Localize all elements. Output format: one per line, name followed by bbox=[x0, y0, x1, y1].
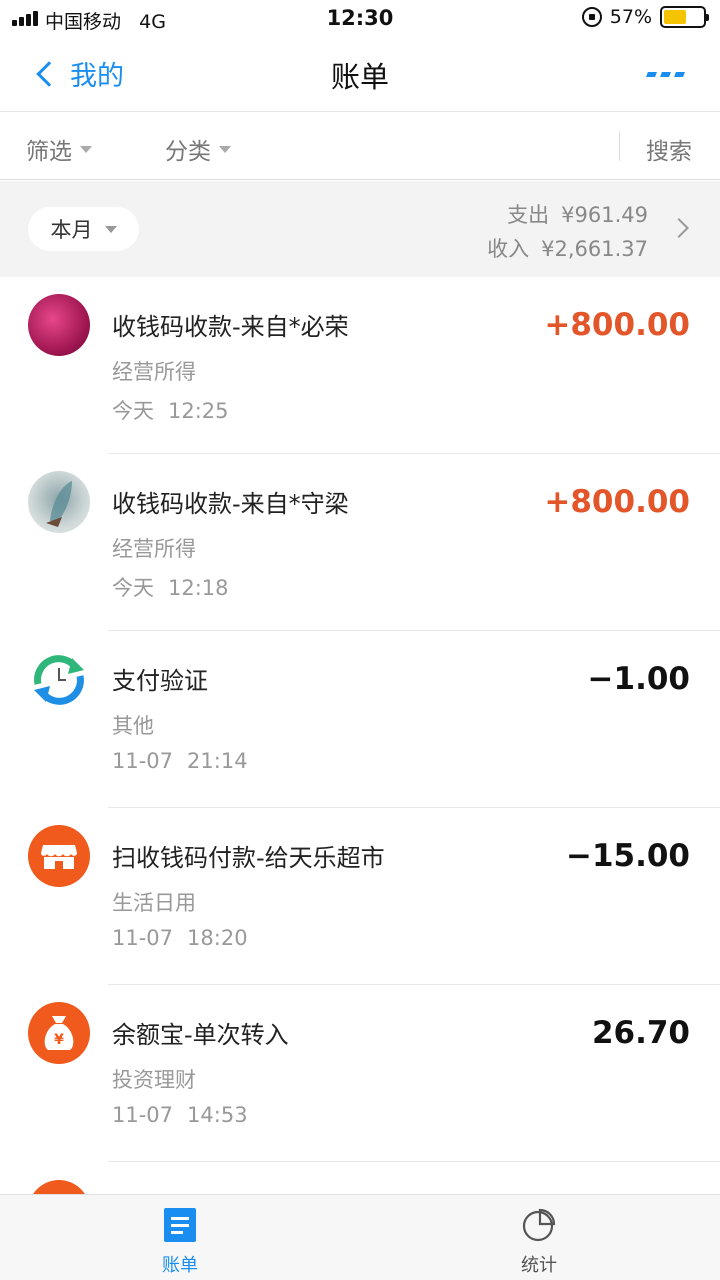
chevron-right-icon[interactable] bbox=[669, 218, 689, 238]
transaction-time: 11-07 18:20 bbox=[112, 926, 248, 950]
battery-icon bbox=[660, 6, 709, 28]
transaction-date: 11-07 bbox=[112, 1103, 174, 1127]
transaction-clock: 21:14 bbox=[187, 749, 248, 773]
transaction-amount: −1.00 bbox=[587, 661, 690, 697]
transaction-title: 支付验证 bbox=[112, 667, 208, 695]
transaction-date: 今天 bbox=[112, 399, 154, 423]
transaction-date: 11-07 bbox=[112, 749, 174, 773]
transaction-row[interactable]: 支付验证 其他 11-07 21:14 −1.00 bbox=[0, 631, 720, 808]
income-label: 收入 bbox=[487, 237, 530, 261]
avatar bbox=[28, 294, 90, 356]
transaction-category: 生活日用 bbox=[112, 891, 196, 915]
month-label: 本月 bbox=[50, 218, 93, 242]
income-value: ¥2,661.37 bbox=[541, 237, 648, 261]
shop-icon bbox=[28, 825, 90, 887]
transaction-title: 余额宝-单次转入 bbox=[112, 1021, 289, 1049]
transaction-row[interactable]: 扫收钱码付款-给天乐超市 生活日用 11-07 18:20 −15.00 bbox=[0, 808, 720, 985]
expense-total: 支出 ¥961.49 bbox=[487, 198, 648, 232]
transaction-clock: 14:53 bbox=[187, 1103, 248, 1127]
svg-text:¥: ¥ bbox=[54, 1032, 64, 1048]
filter-label: 筛选 bbox=[26, 139, 72, 165]
transaction-list: 收钱码收款-来自*必荣 经营所得 今天 12:25 +800.00 收钱码收款-来… bbox=[0, 277, 720, 1162]
status-bar: 中国移动 4G 12:30 57% bbox=[0, 0, 720, 38]
battery-percent: 57% bbox=[609, 6, 652, 28]
category-label: 分类 bbox=[165, 139, 211, 165]
transaction-title: 收钱码收款-来自*必荣 bbox=[112, 313, 349, 341]
totals[interactable]: 支出 ¥961.49 收入 ¥2,661.37 bbox=[487, 198, 648, 266]
more-options-icon[interactable] bbox=[646, 72, 685, 77]
transaction-title: 扫收钱码付款-给天乐超市 bbox=[112, 844, 385, 872]
transaction-date: 今天 bbox=[112, 576, 154, 600]
transaction-time: 11-07 14:53 bbox=[112, 1103, 248, 1127]
month-selector[interactable]: 本月 bbox=[28, 207, 139, 251]
tab-stats[interactable]: 统计 bbox=[479, 1207, 599, 1277]
avatar bbox=[28, 471, 90, 533]
page-title: 账单 bbox=[330, 60, 389, 94]
transaction-time: 今天 12:25 bbox=[112, 395, 229, 425]
transaction-row[interactable]: 收钱码收款-来自*必荣 经营所得 今天 12:25 +800.00 bbox=[0, 277, 720, 454]
filter-dropdown[interactable]: 筛选 bbox=[26, 132, 92, 166]
filter-bar: 筛选 分类 搜索 bbox=[0, 113, 720, 180]
divider bbox=[108, 1161, 720, 1162]
bill-icon bbox=[164, 1208, 196, 1242]
transaction-amount: +800.00 bbox=[544, 484, 690, 520]
transaction-category: 投资理财 bbox=[112, 1068, 196, 1092]
status-right: 57% bbox=[581, 6, 709, 28]
transaction-amount: −15.00 bbox=[565, 838, 690, 874]
month-summary: 本月 支出 ¥961.49 收入 ¥2,661.37 bbox=[0, 181, 720, 277]
pie-chart-icon bbox=[522, 1208, 556, 1242]
transaction-row[interactable]: 收钱码收款-来自*守梁 经营所得 今天 12:18 +800.00 bbox=[0, 454, 720, 631]
caret-down-icon bbox=[80, 145, 92, 153]
transaction-category: 经营所得 bbox=[112, 537, 196, 561]
caret-down-icon bbox=[219, 145, 231, 153]
expense-value: ¥961.49 bbox=[561, 203, 648, 227]
transaction-time: 今天 12:18 bbox=[112, 572, 229, 602]
tab-bill[interactable]: 账单 bbox=[120, 1207, 240, 1277]
transaction-title: 收钱码收款-来自*守梁 bbox=[112, 490, 349, 518]
divider bbox=[619, 131, 620, 161]
verification-icon bbox=[28, 648, 90, 710]
transaction-date: 11-07 bbox=[112, 926, 174, 950]
money-bag-icon: ¥ bbox=[28, 1002, 90, 1064]
expense-label: 支出 bbox=[507, 203, 550, 227]
transaction-category: 经营所得 bbox=[112, 360, 196, 384]
income-total: 收入 ¥2,661.37 bbox=[487, 232, 648, 266]
transaction-amount: +800.00 bbox=[544, 307, 690, 343]
tab-bill-label: 账单 bbox=[162, 1255, 198, 1276]
transaction-category: 其他 bbox=[112, 714, 154, 738]
transaction-clock: 12:18 bbox=[168, 576, 229, 600]
transaction-row[interactable]: ¥ 余额宝-单次转入 投资理财 11-07 14:53 26.70 bbox=[0, 985, 720, 1162]
caret-down-icon bbox=[104, 225, 117, 233]
tab-stats-label: 统计 bbox=[521, 1255, 557, 1276]
transaction-clock: 12:25 bbox=[168, 399, 229, 423]
transaction-clock: 18:20 bbox=[187, 926, 248, 950]
nav-bar: 我的 账单 bbox=[0, 38, 720, 112]
rotation-lock-icon bbox=[581, 7, 602, 27]
transaction-time: 11-07 21:14 bbox=[112, 749, 248, 773]
category-dropdown[interactable]: 分类 bbox=[165, 132, 231, 166]
tab-bar: 账单 统计 bbox=[0, 1194, 720, 1280]
search-button[interactable]: 搜索 bbox=[646, 132, 692, 166]
transaction-amount: 26.70 bbox=[591, 1015, 690, 1051]
